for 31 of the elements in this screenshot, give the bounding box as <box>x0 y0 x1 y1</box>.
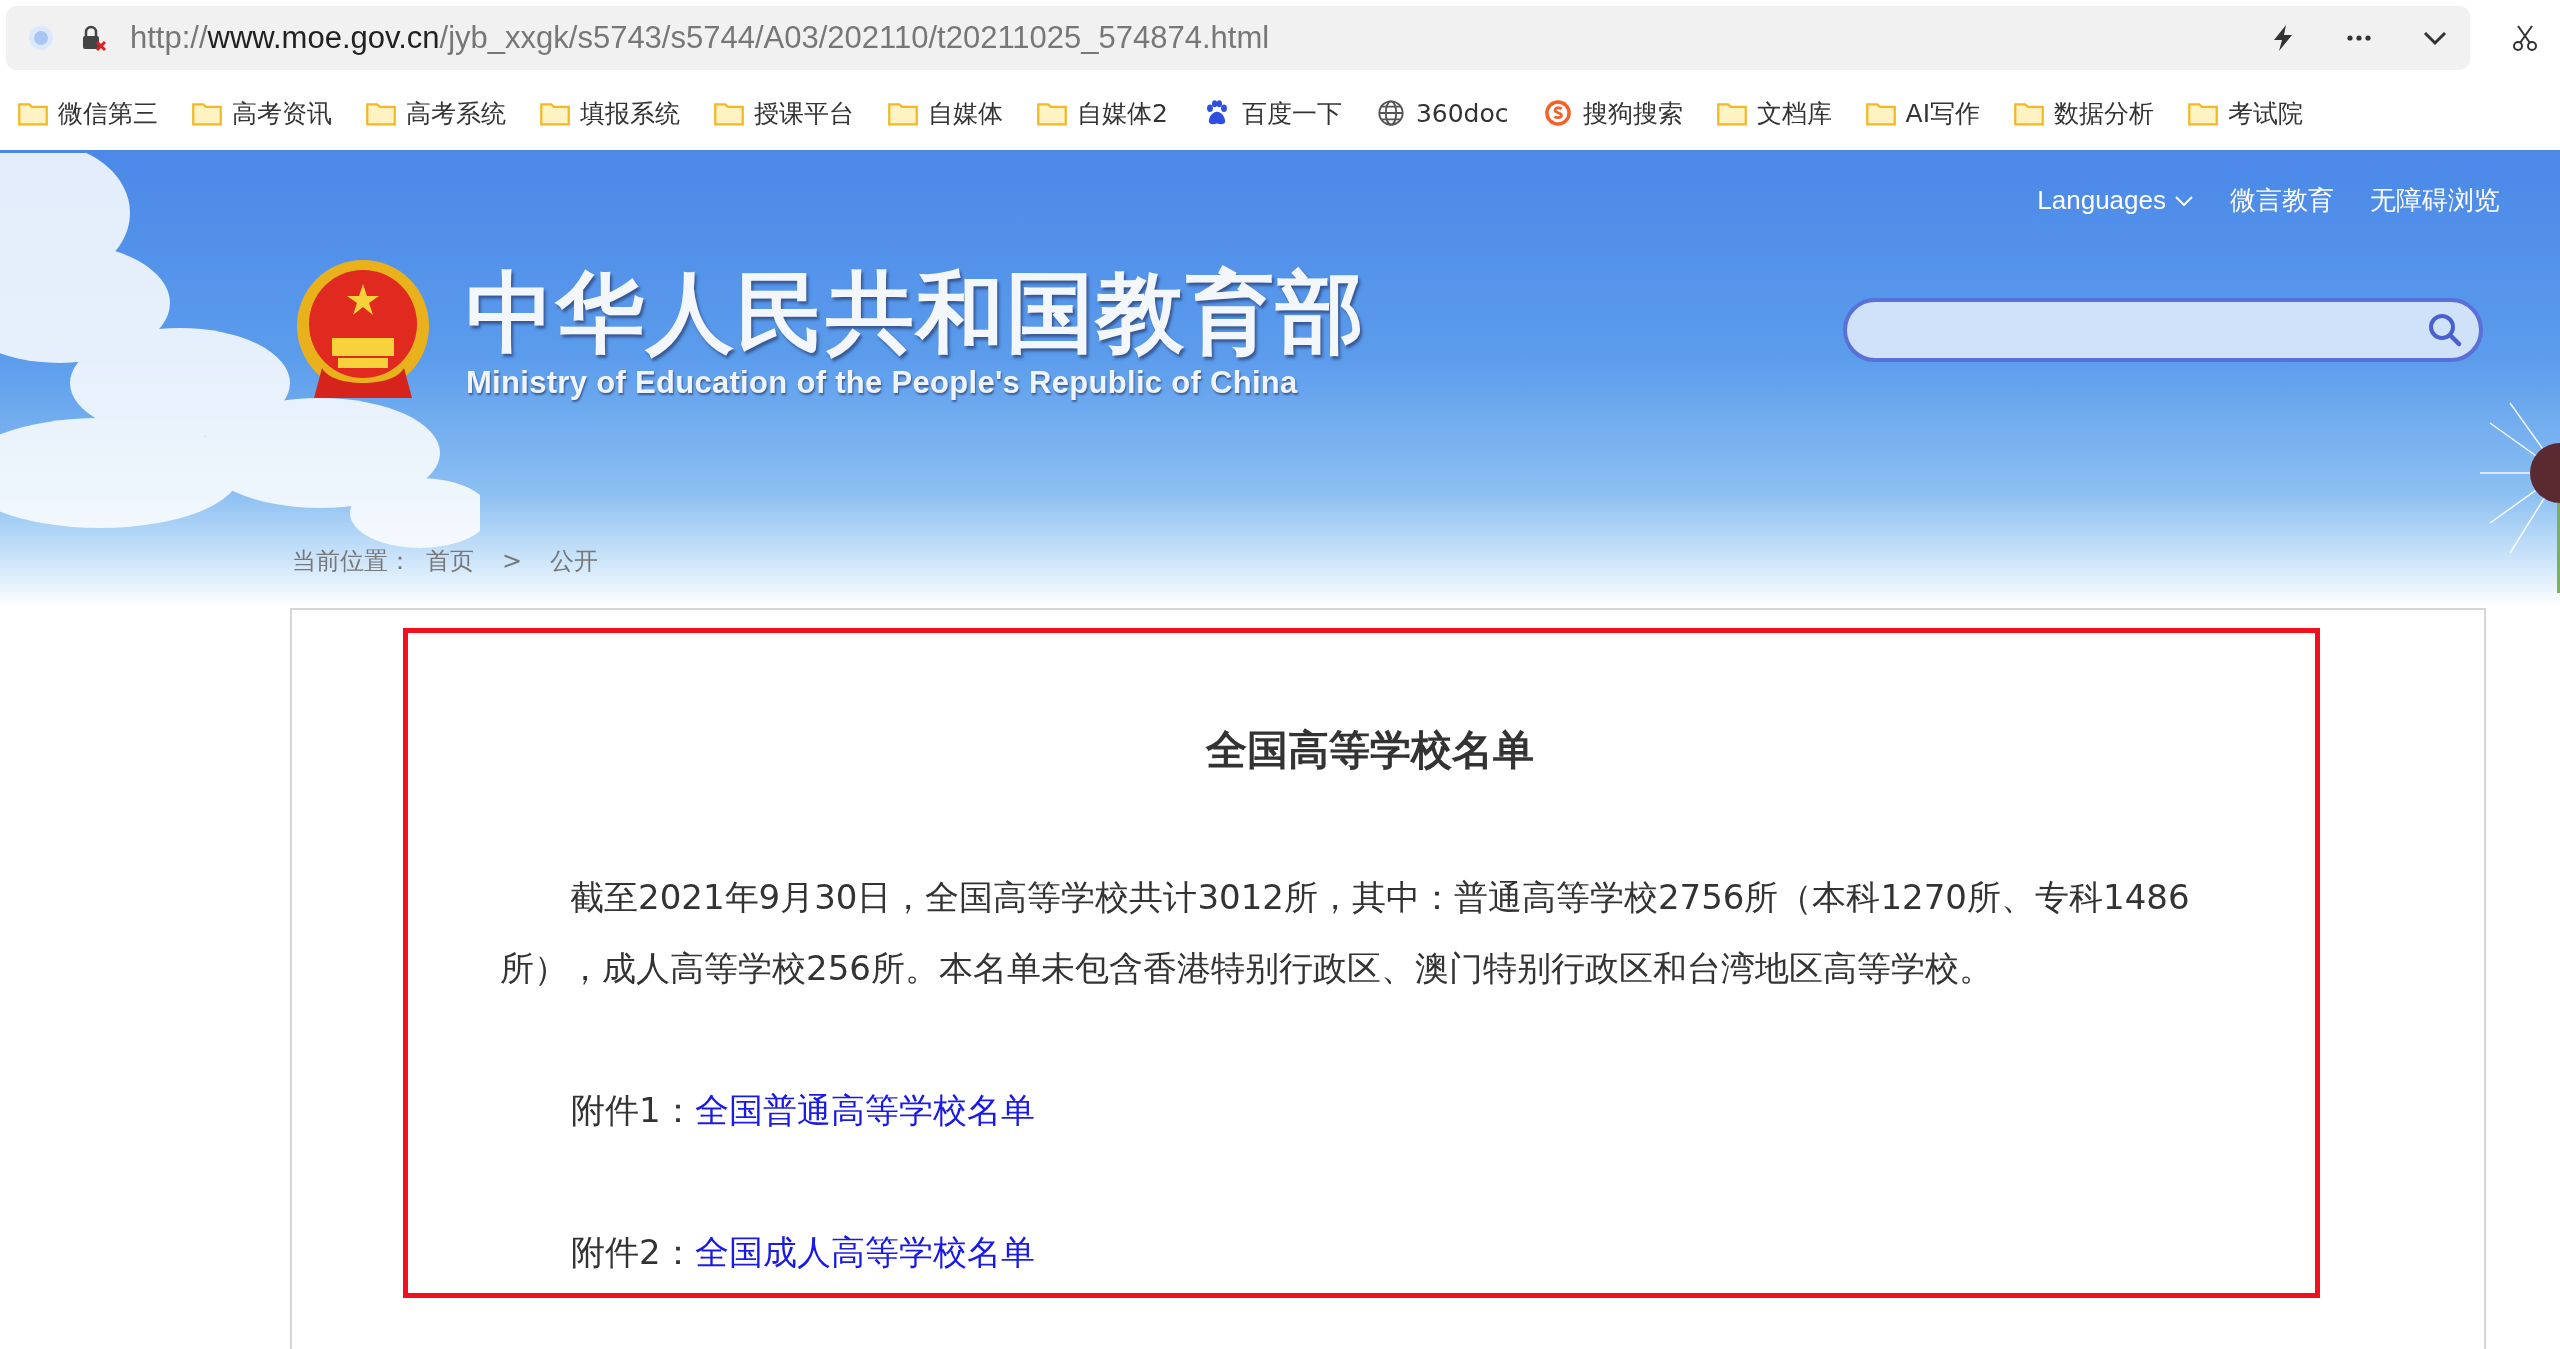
bookmark-item[interactable]: 搜狗搜索 <box>1542 96 1683 130</box>
breadcrumb-label: 当前位置： <box>292 546 412 577</box>
scissors-icon[interactable] <box>2510 23 2540 53</box>
bookmark-item[interactable]: 高考资讯 <box>192 96 332 130</box>
bookmark-item[interactable]: 数据分析 <box>2014 96 2155 130</box>
attachment-label: 附件1： <box>571 1088 695 1132</box>
globe-icon <box>1375 99 1406 127</box>
attachment-link[interactable]: 全国成人高等学校名单 <box>694 1215 1035 1288</box>
bookmark-item[interactable]: 高考系统 <box>366 96 506 130</box>
url-text[interactable]: http://www.moe.gov.cn/jyb_xxgk/s5743/s5744/A03/202110/t20211025_574874.html <box>130 20 2246 56</box>
breadcrumb-separator: > <box>502 547 523 575</box>
bookmark-item[interactable]: 百度一下 <box>1201 96 1342 130</box>
bookmark-item[interactable]: 微信第三 <box>18 96 158 130</box>
attachment-link[interactable]: 全国普通高等学校名单 <box>694 1073 1035 1146</box>
bookmark-item[interactable]: 授课平台 <box>714 96 854 130</box>
bookmark-item[interactable]: 文档库 <box>1716 96 1832 130</box>
bookmark-item[interactable]: AI写作 <box>1865 96 1981 130</box>
bookmark-item[interactable]: 自媒体2 <box>1037 96 1168 130</box>
article-title: 全国高等学校名单 <box>1205 725 1535 776</box>
bookmark-item[interactable]: 自媒体 <box>888 96 1003 130</box>
bookmark-item[interactable]: 填报系统 <box>540 96 680 130</box>
bookmark-item[interactable]: 360doc <box>1375 98 1509 128</box>
site-subtitle: Ministry of Education of the People's Republic of China <box>466 365 1299 402</box>
bookmark-item[interactable]: 考试院 <box>2188 96 2304 130</box>
circle-icon <box>26 23 56 53</box>
sogou-logo-icon <box>1542 99 1573 127</box>
article-paragraph: 截至2021年9月30日，全国高等学校共计3012所，其中：普通高等学校2756所（本科1270所、专科1486所），成人高等学校256所。本名单未包含香港特别行政区、澳门特别行政区和台湾地区高等学校。 <box>500 875 2191 990</box>
site-title: 中华人民共和国教育部 <box>466 264 1366 362</box>
attachment-label: 附件2： <box>571 1230 695 1274</box>
chevron-down-icon <box>2174 193 2194 208</box>
address-bar[interactable]: http://www.moe.gov.cn/jyb_xxgk/s5743/s5744/A03/202110/t20211025_574874.html <box>6 6 2470 70</box>
